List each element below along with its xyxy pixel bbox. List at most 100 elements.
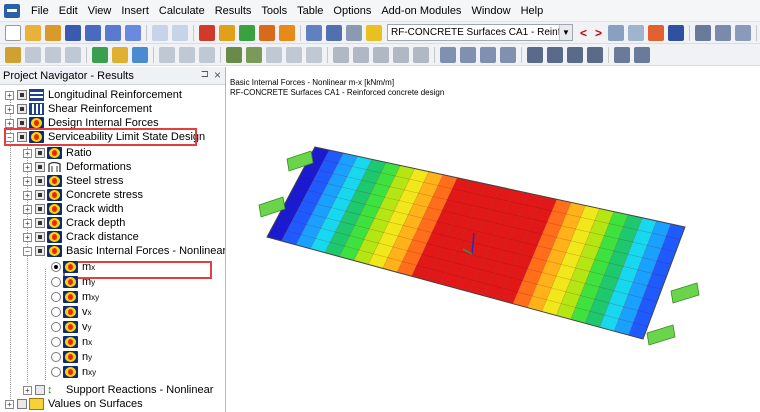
previous-case-icon[interactable]: < — [580, 26, 587, 40]
open-folder-icon[interactable] — [25, 24, 41, 41]
menu-insert[interactable]: Insert — [116, 0, 154, 22]
radio-button[interactable] — [51, 322, 61, 332]
print-icon[interactable] — [105, 24, 121, 41]
line-icon[interactable] — [112, 46, 128, 63]
expand-icon[interactable]: + — [23, 190, 32, 200]
tree-item-values-on-surfaces[interactable]: + Values on Surfaces — [5, 397, 143, 411]
open-recent-icon[interactable] — [45, 24, 61, 41]
isometric-icon[interactable] — [628, 24, 645, 41]
new-file-icon[interactable] — [5, 24, 21, 41]
section-icon[interactable] — [715, 24, 732, 41]
tree-item-crack-width[interactable]: + Crack width — [23, 202, 123, 216]
menu-view[interactable]: View — [83, 0, 117, 22]
collapse-icon[interactable]: − — [5, 132, 14, 142]
checkbox[interactable] — [17, 118, 27, 128]
menu-table[interactable]: Table — [292, 0, 328, 22]
imposed-deformation-icon[interactable] — [500, 46, 516, 63]
support-icon[interactable] — [226, 46, 242, 63]
expand-icon[interactable]: + — [23, 162, 32, 172]
dimension-icon[interactable] — [353, 46, 369, 63]
menu-edit[interactable]: Edit — [54, 0, 83, 22]
tree-item-steel-stress[interactable]: + Steel stress — [23, 174, 123, 188]
next-case-icon[interactable]: > — [595, 26, 602, 40]
loads-icon[interactable] — [259, 24, 275, 41]
close-icon[interactable]: × — [214, 68, 221, 82]
guideline-icon[interactable] — [393, 46, 409, 63]
comment-icon[interactable] — [373, 46, 389, 63]
radio-button[interactable] — [51, 307, 61, 317]
expand-icon[interactable]: + — [23, 218, 32, 228]
tree-item-deformations[interactable]: + Deformations — [23, 160, 131, 174]
pin-icon[interactable]: ⊐ — [201, 69, 209, 80]
model-data-icon[interactable] — [239, 24, 255, 41]
force-option-nx[interactable]: nx — [51, 335, 92, 349]
checkbox[interactable] — [17, 399, 27, 409]
tree-item-concrete-stress[interactable]: + Concrete stress — [23, 188, 143, 202]
radio-button[interactable] — [51, 337, 61, 347]
zoom-icon[interactable] — [219, 24, 235, 41]
app-icon[interactable] — [4, 3, 20, 18]
radio-button[interactable] — [51, 277, 61, 287]
checkbox[interactable] — [35, 232, 45, 242]
checkbox[interactable] — [35, 190, 45, 200]
menu-help[interactable]: Help — [516, 0, 549, 22]
expand-icon[interactable]: + — [23, 176, 32, 186]
coordinate-system-icon[interactable] — [547, 46, 563, 63]
expand-icon[interactable]: + — [23, 385, 32, 395]
tree-item-support-reactions[interactable]: + ↕ Support Reactions - Nonlinear — [23, 383, 213, 397]
result-values-icon[interactable] — [668, 24, 685, 41]
tree-item-design-forces[interactable]: + Design Internal Forces — [5, 116, 159, 130]
menu-add-on-modules[interactable]: Add-on Modules — [376, 0, 466, 22]
expand-icon[interactable]: + — [23, 148, 32, 158]
undo-icon[interactable] — [152, 24, 168, 41]
menu-calculate[interactable]: Calculate — [154, 0, 210, 22]
node-icon[interactable] — [92, 46, 108, 63]
visibility-icon[interactable] — [413, 46, 429, 63]
expand-icon[interactable]: + — [5, 399, 14, 409]
cross-section-icon[interactable] — [286, 46, 302, 63]
expand-icon[interactable]: + — [5, 104, 14, 114]
copy-icon[interactable] — [45, 46, 61, 63]
edit-icon[interactable] — [199, 24, 215, 41]
material-icon[interactable] — [266, 46, 282, 63]
move-icon[interactable] — [25, 46, 41, 63]
radio-button[interactable] — [51, 367, 61, 377]
tree-item-crack-depth[interactable]: + Crack depth — [23, 216, 125, 230]
force-option-my[interactable]: my — [51, 275, 95, 289]
print-preview-icon[interactable] — [125, 24, 141, 41]
checkbox[interactable] — [35, 218, 45, 228]
menu-results[interactable]: Results — [210, 0, 257, 22]
force-option-vx[interactable]: vx — [51, 305, 92, 319]
solid-icon[interactable] — [179, 46, 195, 63]
render-icon[interactable] — [567, 46, 583, 63]
expand-icon[interactable]: + — [23, 204, 32, 214]
checkbox[interactable] — [17, 104, 27, 114]
thickness-icon[interactable] — [306, 46, 322, 63]
tree-item-crack-distance[interactable]: + Crack distance — [23, 230, 139, 244]
hinge-icon[interactable] — [246, 46, 262, 63]
checkbox[interactable] — [35, 246, 45, 256]
checkbox[interactable] — [17, 132, 27, 142]
options-icon[interactable] — [634, 46, 650, 63]
measure-icon[interactable] — [333, 46, 349, 63]
solid-load-icon[interactable] — [480, 46, 496, 63]
save-icon[interactable] — [65, 24, 81, 41]
view-icon[interactable] — [608, 24, 625, 41]
expand-icon[interactable]: + — [23, 232, 32, 242]
expand-icon[interactable]: + — [5, 118, 14, 128]
save-all-icon[interactable] — [85, 24, 101, 41]
grid-icon[interactable] — [735, 24, 752, 41]
force-option-nxy[interactable]: n xy — [51, 365, 96, 379]
graphic-icon[interactable] — [346, 24, 362, 41]
menu-window[interactable]: Window — [466, 0, 515, 22]
tree-item-sls[interactable]: − Serviceability Limit State Design — [5, 130, 205, 144]
diagram-icon[interactable] — [695, 24, 712, 41]
tree-item-basic-forces[interactable]: − Basic Internal Forces - Nonlinear — [23, 244, 225, 258]
case-select[interactable]: RF-CONCRETE Surfaces CA1 - Reinforc ▼ — [387, 24, 573, 41]
opening-icon[interactable] — [199, 46, 215, 63]
member-icon[interactable] — [132, 46, 148, 63]
tree-item-shear[interactable]: + Shear Reinforcement — [5, 102, 152, 116]
more-tools-icon[interactable] — [614, 46, 630, 63]
force-option-ny[interactable]: ny — [51, 350, 92, 364]
checkbox[interactable] — [35, 162, 45, 172]
